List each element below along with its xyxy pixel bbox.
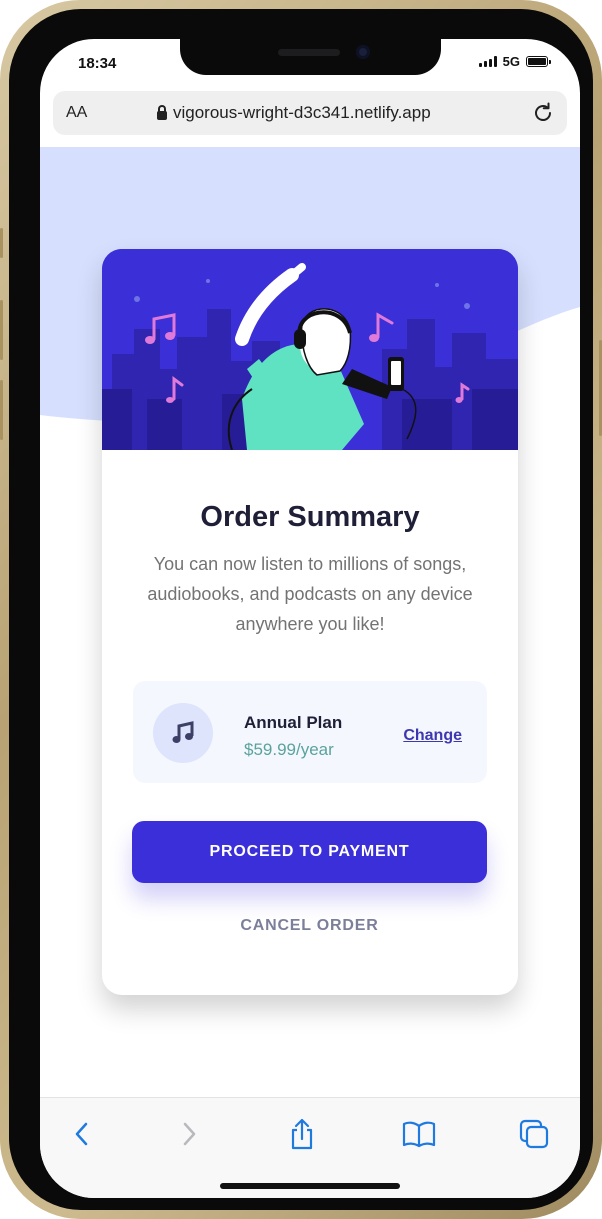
reload-icon[interactable]	[531, 101, 555, 125]
status-time: 18:34	[78, 55, 117, 72]
book-icon	[402, 1121, 436, 1148]
home-indicator[interactable]	[220, 1183, 400, 1189]
proceed-to-payment-button[interactable]: PROCEED TO PAYMENT	[132, 821, 487, 883]
tabs-icon	[519, 1119, 549, 1149]
front-camera	[356, 45, 370, 59]
speaker	[278, 49, 340, 56]
text-size-button[interactable]: AA	[66, 104, 87, 122]
network-type: 5G	[502, 54, 520, 69]
forward-button[interactable]	[171, 1116, 207, 1152]
bookmarks-button[interactable]	[401, 1116, 437, 1152]
url-text: vigorous-wright-d3c341.netlify.app	[173, 103, 431, 122]
address-bar[interactable]: AA vigorous-wright-d3c341.netlify.app	[53, 91, 567, 135]
share-icon	[291, 1118, 313, 1150]
url-display[interactable]: vigorous-wright-d3c341.netlify.app	[157, 103, 431, 123]
chevron-right-icon	[183, 1122, 196, 1146]
volume-up-button	[0, 300, 3, 360]
plan-name: Annual Plan	[244, 713, 343, 732]
chevron-left-icon	[75, 1122, 88, 1146]
battery-icon	[526, 56, 551, 67]
tabs-button[interactable]	[516, 1116, 552, 1152]
notch	[180, 39, 441, 75]
volume-down-button	[0, 380, 3, 440]
hero-illustration	[102, 249, 518, 450]
phone-screen: 18:34 5G AA vigorous-wright-d3c341.netli…	[40, 39, 580, 1198]
plan-summary: Annual Plan $59.99/year Change	[133, 681, 487, 783]
signal-icon	[478, 56, 497, 67]
phone-frame: 18:34 5G AA vigorous-wright-d3c341.netli…	[0, 0, 602, 1219]
cancel-order-button[interactable]: CANCEL ORDER	[132, 913, 487, 939]
back-button[interactable]	[64, 1116, 100, 1152]
order-summary-card: Order Summary You can now listen to mill…	[102, 249, 518, 995]
phone-bezel: 18:34 5G AA vigorous-wright-d3c341.netli…	[9, 9, 593, 1210]
lock-icon	[157, 104, 167, 120]
web-page: Order Summary You can now listen to mill…	[40, 147, 580, 1097]
side-button	[0, 228, 3, 258]
text-size-label: AA	[66, 104, 88, 121]
music-note-icon	[172, 721, 194, 743]
share-button[interactable]	[284, 1116, 320, 1152]
plan-icon-circle	[153, 703, 213, 763]
card-description: You can now listen to millions of songs,…	[147, 554, 473, 634]
change-plan-link[interactable]: Change	[403, 727, 462, 745]
plan-price: $59.99/year	[244, 740, 334, 759]
status-indicators: 5G	[478, 54, 551, 69]
card-title: Order Summary	[200, 501, 420, 533]
